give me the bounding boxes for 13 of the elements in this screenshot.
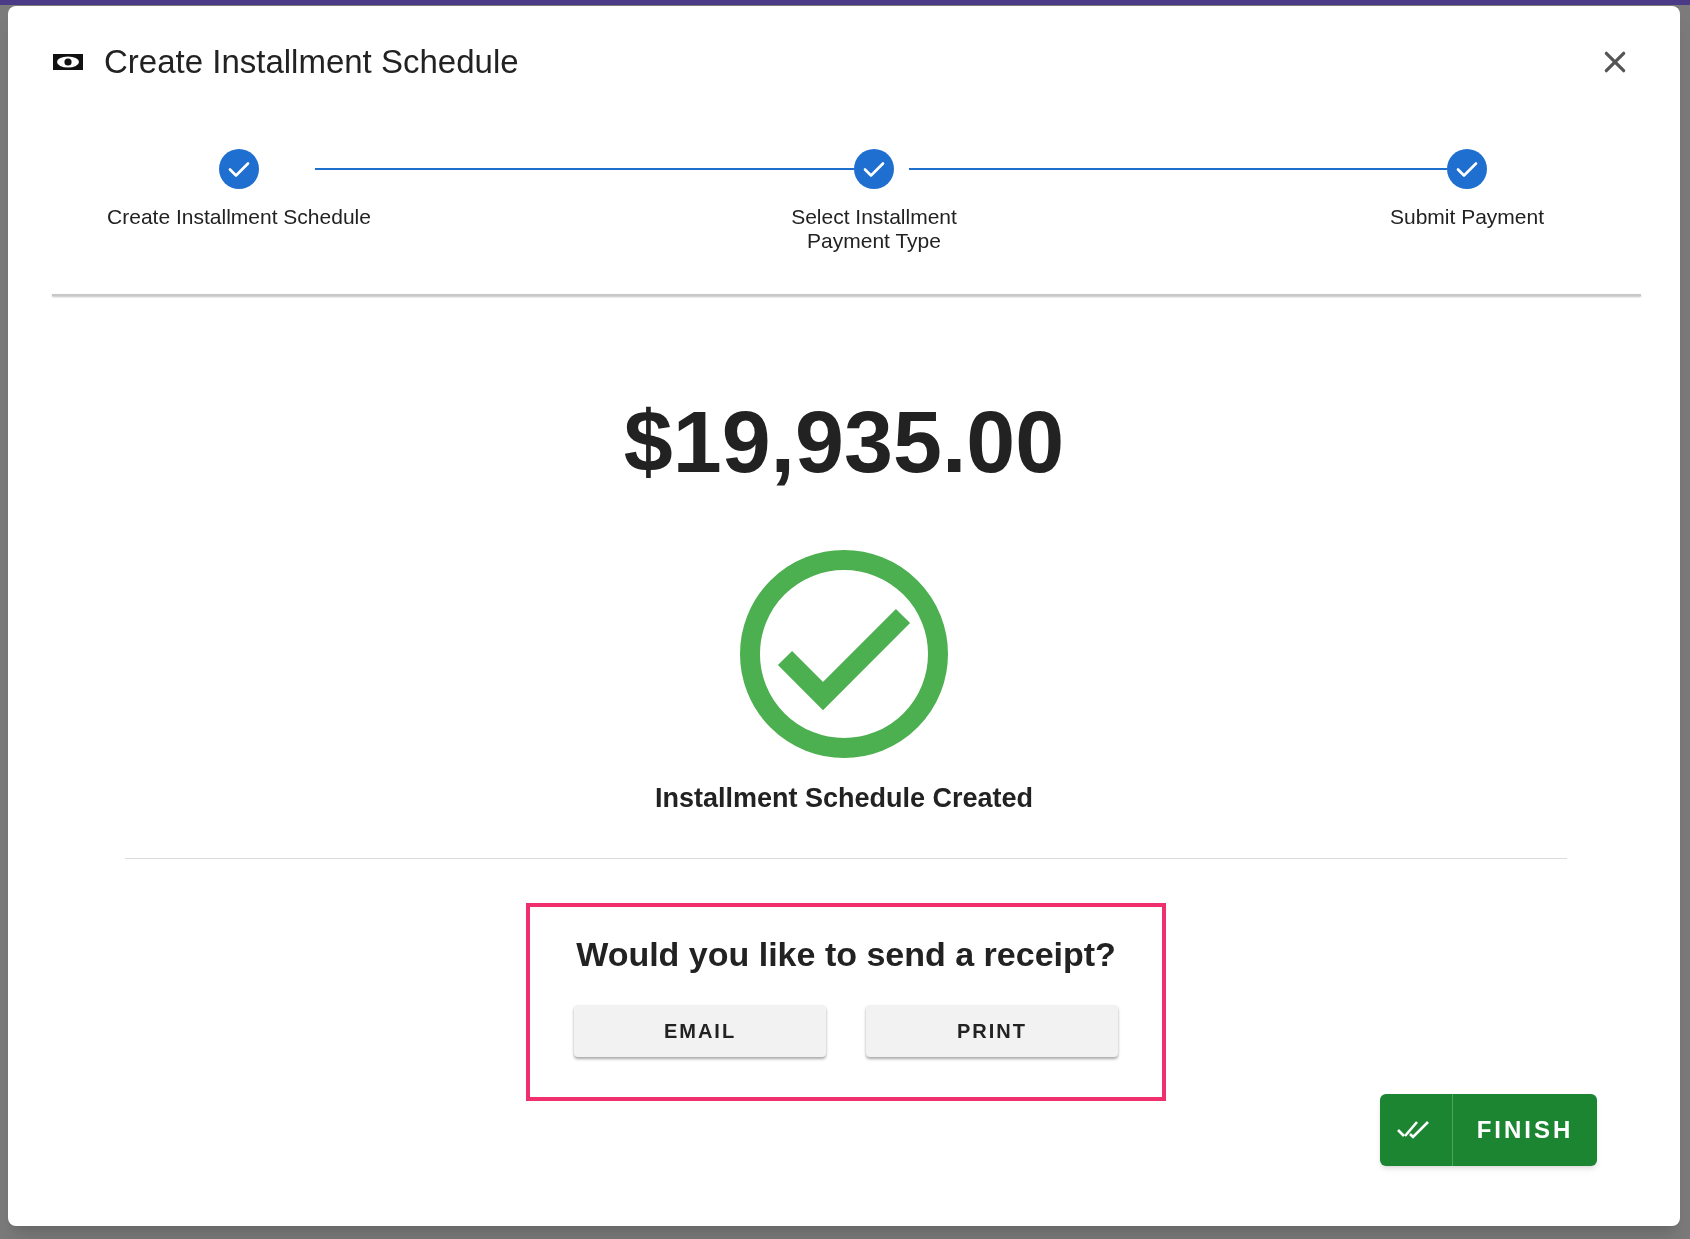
close-icon — [1602, 49, 1628, 75]
receipt-button[interactable]: PRINT — [866, 1005, 1118, 1057]
finish-button[interactable]: FINISH — [1380, 1094, 1597, 1166]
step-label: Submit Payment — [1389, 205, 1545, 229]
success-check-icon — [740, 550, 948, 758]
money-icon — [52, 52, 84, 72]
receipt-prompt: Would you like to send a receipt? — [576, 934, 1116, 974]
status-text: Installment Schedule Created — [654, 782, 1034, 814]
receipt-button[interactable]: EMAIL — [574, 1005, 826, 1057]
step-label: Select Installment Payment Type — [790, 205, 958, 253]
step-label: Create Installment Schedule — [107, 205, 371, 229]
dialog-title: Create Installment Schedule — [104, 42, 519, 83]
amount-text: $19,935.00 — [623, 391, 1065, 493]
